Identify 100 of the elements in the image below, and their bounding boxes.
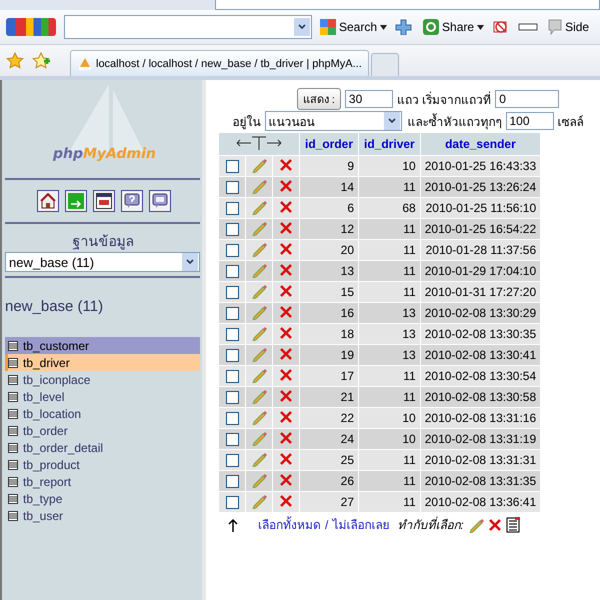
rows-input[interactable]: 30 [344,90,393,108]
delete-icon[interactable] [279,200,293,214]
delete-icon[interactable] [488,518,502,532]
delete-icon[interactable] [279,346,293,360]
delete-icon[interactable] [279,178,293,192]
pencil-icon[interactable] [251,198,267,214]
table-list-item[interactable]: tb_report [5,473,200,490]
pencil-icon[interactable] [251,408,267,424]
table-name[interactable]: tb_level [23,390,64,404]
share-button[interactable]: Share [423,19,484,35]
search-button[interactable]: Search [320,19,388,35]
add-favorite-icon[interactable] [32,52,50,70]
table-list-item[interactable]: tb_type [5,490,200,507]
delete-icon[interactable] [279,242,293,256]
export-icon[interactable] [506,516,520,532]
dropdown-icon[interactable] [384,112,400,130]
delete-icon[interactable] [279,388,293,402]
show-button[interactable]: แสดง : [296,88,341,110]
row-checkbox[interactable] [226,412,238,426]
row-checkbox[interactable] [226,286,238,300]
pencil-icon[interactable] [468,516,484,532]
database-select[interactable]: new_base (11) [5,252,200,272]
row-checkbox[interactable] [226,328,238,342]
sql-query-icon[interactable] [148,190,170,212]
table-name[interactable]: tb_order_detail [23,440,104,454]
row-checkbox[interactable] [226,496,238,510]
pencil-icon[interactable] [251,492,267,508]
delete-icon[interactable] [279,494,293,508]
row-checkbox[interactable] [226,454,238,468]
delete-icon[interactable] [279,158,293,172]
table-list-item[interactable]: tb_user [5,507,200,524]
row-checkbox[interactable] [226,349,238,362]
pencil-icon[interactable] [251,282,267,298]
delete-icon[interactable] [279,326,293,340]
table-name[interactable]: tb_type [23,492,62,506]
select-none-link[interactable]: ไม่เลือกเลย [332,515,390,534]
table-list-item[interactable]: tb_location [5,405,200,422]
google-search-field[interactable] [64,15,312,39]
row-checkbox[interactable] [226,181,238,194]
row-checkbox[interactable] [226,244,238,258]
select-all-link[interactable]: เลือกทั้งหมด [258,515,321,534]
row-checkbox[interactable] [226,433,238,446]
pencil-icon[interactable] [251,388,267,404]
row-checkbox[interactable] [226,223,238,236]
row-checkbox[interactable] [226,391,238,404]
pencil-icon[interactable] [251,262,267,278]
delete-icon[interactable] [279,430,293,444]
row-checkbox[interactable] [226,202,238,216]
address-field[interactable] [215,0,600,10]
phpmyadmin-logo[interactable]: phpMyAdmin [5,82,202,174]
table-name[interactable]: tb_driver [23,356,70,370]
pencil-icon[interactable] [251,240,267,256]
pencil-icon[interactable] [251,366,267,382]
row-checkbox[interactable] [226,160,238,174]
start-row-input[interactable]: 0 [495,90,560,108]
table-name[interactable]: tb_iconplace [23,372,90,386]
column-header[interactable]: id_order [300,133,358,155]
help-icon[interactable] [120,190,142,212]
database-title[interactable]: new_base (11) [5,298,202,315]
home-icon[interactable] [36,190,58,212]
column-header[interactable]: id_driver [359,133,420,155]
row-checkbox[interactable] [226,265,238,278]
delete-icon[interactable] [279,410,293,424]
row-checkbox[interactable] [226,370,238,384]
delete-icon[interactable] [279,284,293,298]
delete-icon[interactable] [279,452,293,466]
sql-window-icon[interactable] [92,190,114,212]
pencil-icon[interactable] [251,156,267,172]
pencil-icon[interactable] [251,304,267,320]
table-list-item[interactable]: tb_order [5,422,200,439]
column-header[interactable]: date_sender [420,133,540,155]
row-checkbox[interactable] [226,475,238,488]
dropdown-icon[interactable] [294,18,310,36]
repeat-input[interactable]: 100 [506,112,554,130]
pencil-icon[interactable] [251,450,267,466]
rectangle-icon[interactable] [518,22,540,32]
table-name[interactable]: tb_order [23,424,68,438]
delete-icon[interactable] [279,220,293,234]
delete-icon[interactable] [279,472,293,486]
table-list-item[interactable]: tb_order_detail [5,439,200,456]
pencil-icon[interactable] [251,430,267,446]
table-name[interactable]: tb_product [23,458,80,472]
table-name[interactable]: tb_report [23,474,72,488]
delete-icon[interactable] [279,304,293,318]
table-name[interactable]: tb_location [23,406,82,420]
delete-icon[interactable] [279,262,293,276]
pencil-icon[interactable] [251,178,267,194]
pencil-icon[interactable] [251,220,267,236]
mode-select[interactable]: แนวนอน [264,111,402,131]
table-name[interactable]: tb_user [23,508,64,522]
dropdown-icon[interactable] [182,253,198,271]
pencil-icon[interactable] [251,346,267,362]
row-checkbox[interactable] [226,307,238,320]
table-list-item[interactable]: tb_customer [5,337,200,354]
pencil-icon[interactable] [251,472,267,488]
table-list-item[interactable]: tb_driver [5,354,200,371]
delete-icon[interactable] [279,368,293,382]
exit-icon[interactable] [64,190,86,212]
pencil-icon[interactable] [251,324,267,340]
table-list-item[interactable]: tb_level [5,388,200,405]
